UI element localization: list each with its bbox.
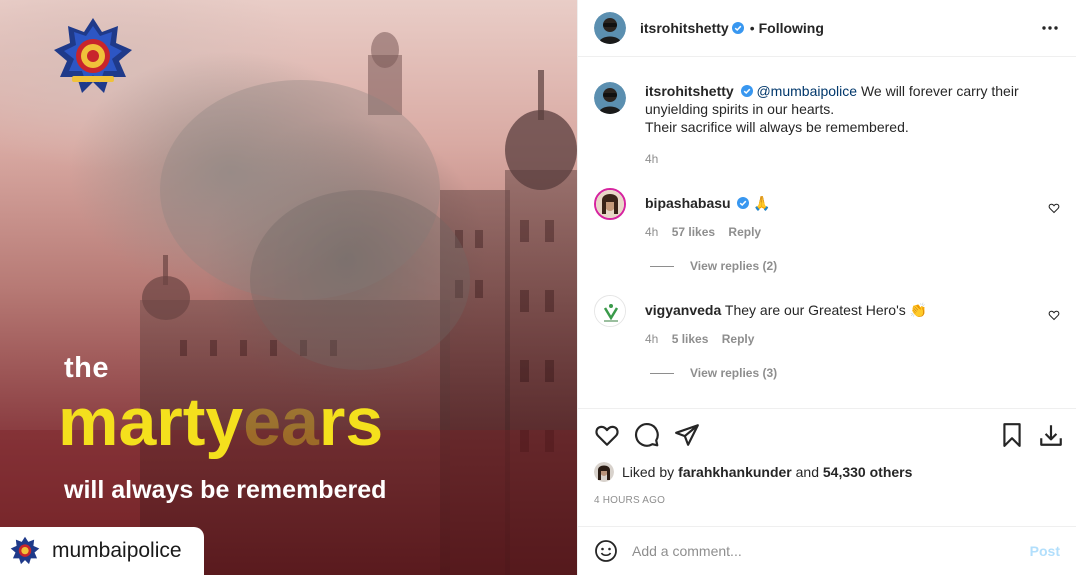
- like-heart-icon[interactable]: [594, 422, 620, 448]
- download-icon[interactable]: [1038, 422, 1064, 448]
- view-replies-label: View replies (2): [690, 259, 778, 273]
- likes-prefix: Liked by: [622, 464, 675, 480]
- add-comment-bar: Post: [578, 526, 1076, 575]
- comment-text: bipashabasu 🙏: [645, 194, 1036, 212]
- comment-body: 🙏: [753, 195, 771, 211]
- image-brand-tag: mumbaipolice: [0, 527, 204, 575]
- comment-time[interactable]: 4h: [645, 332, 658, 346]
- comment-meta: 4h 5 likes Reply: [645, 332, 754, 346]
- comments-list[interactable]: itsrohitshetty @mumbaipolice We will for…: [578, 58, 1076, 408]
- mumbai-police-emblem-small: [10, 536, 40, 565]
- verified-badge-icon: [740, 85, 753, 97]
- post-header: itsrohitshetty • Following: [578, 0, 1076, 57]
- user-avatar-image: [595, 296, 625, 326]
- comment-body: They are our Greatest Hero's 👏: [724, 302, 928, 318]
- comment-bubble-icon[interactable]: [634, 422, 660, 448]
- like-comment-heart-icon[interactable]: [1048, 309, 1060, 321]
- comment-likes[interactable]: 57 likes: [672, 225, 715, 239]
- brand-tag-label: mumbaipolice: [52, 539, 182, 562]
- comment-text: vigyanveda They are our Greatest Hero's …: [645, 301, 1036, 319]
- verified-badge-icon: [731, 22, 744, 34]
- more-horizontal-icon[interactable]: [1038, 18, 1062, 38]
- user-avatar-image: [594, 82, 626, 114]
- caption-line2: Their sacrifice will always be remembere…: [645, 119, 909, 135]
- view-replies-label: View replies (3): [690, 366, 778, 380]
- reply-button[interactable]: Reply: [728, 225, 761, 239]
- user-avatar-image: [594, 12, 626, 44]
- liked-by-user-link[interactable]: farahkhankunder: [678, 464, 792, 480]
- post-image[interactable]: the martyears will always be remembered …: [0, 0, 577, 575]
- like-comment-heart-icon[interactable]: [1048, 202, 1060, 214]
- action-bar: [578, 408, 1076, 460]
- likes-middle: and: [791, 464, 823, 480]
- save-bookmark-icon[interactable]: [999, 422, 1025, 448]
- mumbai-police-emblem: [54, 18, 132, 93]
- header-separator: •: [749, 20, 755, 36]
- post-comment-button[interactable]: Post: [1030, 543, 1060, 559]
- comment-item: vigyanveda They are our Greatest Hero's …: [594, 295, 1060, 395]
- likes-count-link[interactable]: 54,330 others: [823, 464, 913, 480]
- hero-text-the: the: [64, 352, 109, 384]
- hero-text-subtitle: will always be remembered: [64, 476, 387, 504]
- header-username[interactable]: itsrohitshetty: [640, 20, 729, 36]
- comment-likes[interactable]: 5 likes: [672, 332, 709, 346]
- comment-time[interactable]: 4h: [645, 225, 658, 239]
- hero-text-martyears: martyears: [58, 384, 384, 460]
- replies-divider-line: [650, 372, 674, 374]
- caption: itsrohitshetty @mumbaipolice We will for…: [594, 82, 1060, 172]
- avatar[interactable]: [594, 82, 626, 114]
- emoji-smiley-icon[interactable]: [594, 539, 618, 563]
- following-button[interactable]: Following: [759, 20, 824, 36]
- avatar[interactable]: [594, 295, 626, 327]
- add-comment-input[interactable]: [632, 543, 1030, 559]
- likes-summary: Liked by farahkhankunder and 54,330 othe…: [594, 462, 1060, 482]
- mention-link[interactable]: @mumbaipolice: [756, 83, 857, 99]
- avatar[interactable]: [594, 462, 614, 482]
- post-timestamp[interactable]: 4 HOURS AGO: [594, 495, 665, 506]
- caption-username[interactable]: itsrohitshetty: [645, 83, 734, 99]
- reply-button[interactable]: Reply: [722, 332, 755, 346]
- comment-meta: 4h 57 likes Reply: [645, 225, 761, 239]
- avatar[interactable]: [594, 12, 626, 44]
- avatar[interactable]: [594, 188, 626, 220]
- user-avatar-image: [594, 462, 614, 482]
- comment-username[interactable]: bipashabasu: [645, 195, 731, 211]
- comment-item: bipashabasu 🙏 4h 57 likes Reply View rep…: [594, 188, 1060, 288]
- user-avatar-image: [596, 190, 624, 218]
- verified-badge-icon: [737, 197, 750, 209]
- view-replies-button[interactable]: View replies (2): [650, 259, 777, 273]
- replies-divider-line: [650, 265, 674, 267]
- caption-time[interactable]: 4h: [645, 152, 658, 166]
- post-side-panel: itsrohitshetty • Following itsrohitshett…: [577, 0, 1076, 575]
- view-replies-button[interactable]: View replies (3): [650, 366, 777, 380]
- comment-username[interactable]: vigyanveda: [645, 302, 721, 318]
- share-send-icon[interactable]: [674, 422, 700, 448]
- caption-text: itsrohitshetty @mumbaipolice We will for…: [645, 82, 1036, 136]
